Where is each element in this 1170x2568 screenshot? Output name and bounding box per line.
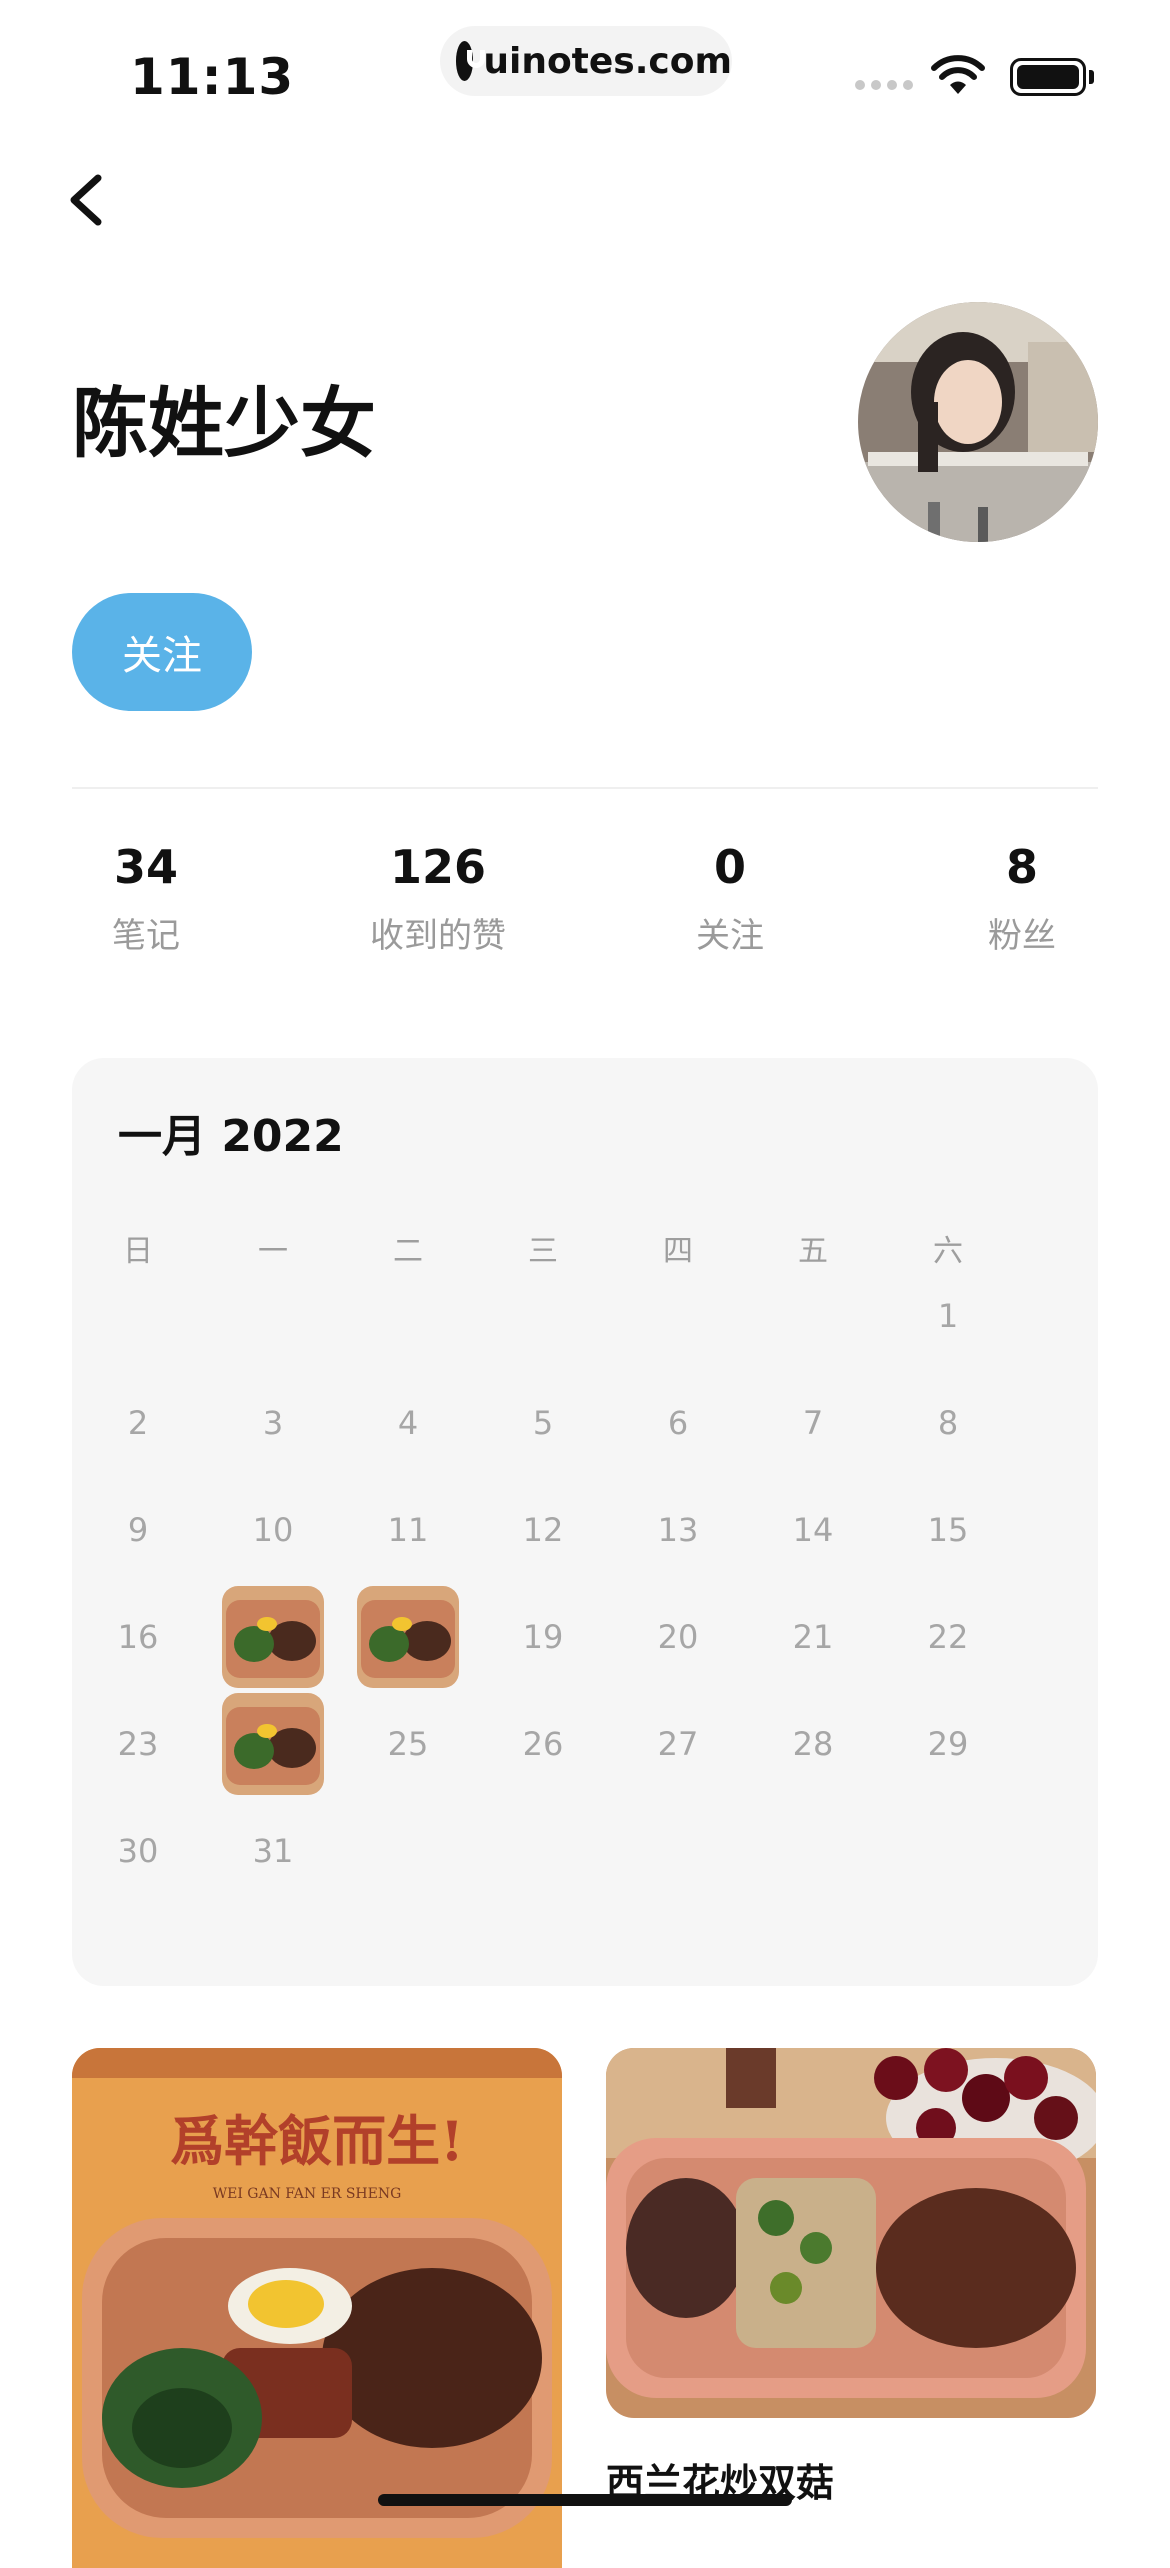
wifi-icon bbox=[931, 55, 985, 94]
calendar-day[interactable]: 29 bbox=[898, 1694, 998, 1794]
calendar-day[interactable]: 15 bbox=[898, 1480, 998, 1580]
calendar-day[interactable]: 31 bbox=[223, 1801, 323, 1901]
calendar-day[interactable]: 14 bbox=[763, 1480, 863, 1580]
calendar-day[interactable]: 8 bbox=[898, 1373, 998, 1473]
battery-icon bbox=[1010, 58, 1086, 96]
avatar[interactable] bbox=[858, 302, 1098, 542]
calendar-day[interactable]: 21 bbox=[763, 1587, 863, 1687]
weekday-label: 四 bbox=[663, 1234, 693, 1269]
stat-likes[interactable]: 126 收到的赞 bbox=[308, 840, 568, 957]
calendar-day[interactable]: 26 bbox=[493, 1694, 593, 1794]
calendar-day[interactable]: 6 bbox=[628, 1373, 728, 1473]
weekday-label: 二 bbox=[393, 1234, 423, 1269]
weekday-label: 六 bbox=[933, 1234, 963, 1269]
calendar-day[interactable]: 23 bbox=[88, 1694, 188, 1794]
stat-notes[interactable]: 34 笔记 bbox=[16, 840, 276, 957]
calendar-day[interactable]: 9 bbox=[88, 1480, 188, 1580]
calendar-day[interactable]: 5 bbox=[493, 1373, 593, 1473]
calendar-day-thumbnail[interactable] bbox=[357, 1586, 459, 1688]
stat-label: 笔记 bbox=[112, 916, 180, 956]
calendar-title: 一月 2022 bbox=[118, 1111, 344, 1162]
feed-image-subtext: WEI GAN FAN ER SHENG bbox=[213, 2186, 402, 2202]
feed-card-image[interactable]: 爲幹飯而生! WEI GAN FAN ER SHENG bbox=[72, 2048, 562, 2568]
weekday-label: 五 bbox=[798, 1234, 828, 1269]
follow-button[interactable]: 关注 bbox=[72, 593, 252, 711]
calendar-day[interactable]: 7 bbox=[763, 1373, 863, 1473]
calendar-day-thumbnail[interactable] bbox=[222, 1693, 324, 1795]
stat-label: 关注 bbox=[696, 916, 764, 956]
site-logo-icon bbox=[456, 41, 486, 81]
calendar-day-thumbnail[interactable] bbox=[222, 1586, 324, 1688]
calendar-day[interactable]: 25 bbox=[358, 1694, 458, 1794]
feed-card-image[interactable] bbox=[606, 2048, 1096, 2418]
stat-label: 收到的赞 bbox=[370, 916, 506, 956]
calendar-day[interactable]: 2 bbox=[88, 1373, 188, 1473]
calendar-day[interactable]: 22 bbox=[898, 1587, 998, 1687]
weekday-label: 一 bbox=[258, 1234, 288, 1269]
stat-following[interactable]: 0 关注 bbox=[600, 840, 860, 957]
home-indicator[interactable] bbox=[378, 2494, 792, 2506]
calendar-day[interactable]: 4 bbox=[358, 1373, 458, 1473]
url-pill[interactable]: uinotes.com bbox=[440, 26, 732, 96]
calendar-card: 一月 2022 日一二三四五六 1 2 3 4 5 6 7 8 9 10 11 12 13 14 15 16 19… bbox=[72, 1058, 1098, 1986]
calendar-day[interactable]: 19 bbox=[493, 1587, 593, 1687]
stat-value: 8 bbox=[1005, 840, 1038, 894]
status-time: 11:13 bbox=[130, 48, 295, 106]
stat-value: 34 bbox=[113, 840, 178, 894]
weekday-label: 日 bbox=[123, 1234, 153, 1269]
profile-name: 陈姓少女 bbox=[72, 379, 376, 468]
stat-value: 126 bbox=[389, 840, 487, 894]
url-text: uinotes.com bbox=[483, 40, 732, 82]
stat-value: 0 bbox=[713, 840, 746, 894]
calendar-day[interactable]: 16 bbox=[88, 1587, 188, 1687]
signal-icon bbox=[855, 80, 913, 90]
calendar-day[interactable]: 27 bbox=[628, 1694, 728, 1794]
stat-followers[interactable]: 8 粉丝 bbox=[892, 840, 1152, 957]
calendar-day[interactable]: 10 bbox=[223, 1480, 323, 1580]
calendar-day[interactable]: 12 bbox=[493, 1480, 593, 1580]
divider bbox=[72, 787, 1098, 789]
back-icon[interactable] bbox=[60, 170, 120, 230]
battery-tip bbox=[1089, 70, 1094, 84]
calendar-day[interactable]: 13 bbox=[628, 1480, 728, 1580]
calendar-day[interactable]: 3 bbox=[223, 1373, 323, 1473]
calendar-day[interactable]: 1 bbox=[898, 1266, 998, 1366]
feed-image-text: 爲幹飯而生! bbox=[170, 2109, 464, 2173]
stat-label: 粉丝 bbox=[988, 916, 1056, 956]
calendar-day[interactable]: 11 bbox=[358, 1480, 458, 1580]
weekday-label: 三 bbox=[528, 1234, 558, 1269]
calendar-day[interactable]: 20 bbox=[628, 1587, 728, 1687]
calendar-day[interactable]: 30 bbox=[88, 1801, 188, 1901]
calendar-day[interactable]: 28 bbox=[763, 1694, 863, 1794]
